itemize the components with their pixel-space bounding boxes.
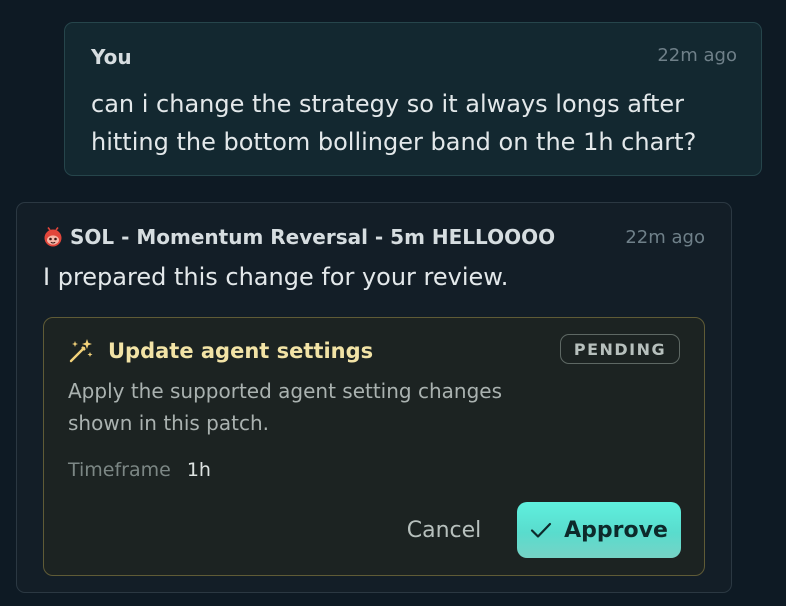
user-message-text: can i change the strategy so it always l… bbox=[91, 90, 697, 156]
cancel-button[interactable]: Cancel bbox=[384, 502, 504, 558]
agent-message: SOL - Momentum Reversal - 5m HELLOOOO 22… bbox=[16, 202, 732, 593]
approve-button-label: Approve bbox=[564, 517, 668, 543]
magic-wand-icon bbox=[68, 338, 94, 364]
red-bot-icon bbox=[43, 227, 63, 247]
setting-label: Timeframe bbox=[68, 459, 171, 481]
user-message-author: You bbox=[91, 45, 132, 69]
change-request-title: Update agent settings bbox=[108, 339, 374, 363]
user-message: You 22m ago can i change the strategy so… bbox=[64, 22, 762, 176]
agent-message-text: I prepared this change for your review. bbox=[43, 263, 509, 291]
user-message-timestamp: 22m ago bbox=[657, 45, 737, 66]
setting-value: 1h bbox=[186, 459, 211, 481]
agent-message-timestamp: 22m ago bbox=[625, 227, 705, 248]
status-badge: PENDING bbox=[560, 334, 680, 364]
change-request-description: Apply the supported agent setting change… bbox=[68, 379, 502, 435]
setting-row-timeframe: Timeframe 1h bbox=[68, 459, 211, 481]
agent-message-author: SOL - Momentum Reversal - 5m HELLOOOO bbox=[70, 225, 556, 249]
change-request-card: Update agent settings PENDING Apply the … bbox=[43, 317, 705, 576]
approve-button[interactable]: Approve bbox=[517, 502, 681, 558]
checkmark-icon bbox=[530, 519, 552, 541]
agent-message-header: SOL - Momentum Reversal - 5m HELLOOOO bbox=[43, 225, 555, 249]
change-request-header: Update agent settings bbox=[68, 338, 373, 364]
